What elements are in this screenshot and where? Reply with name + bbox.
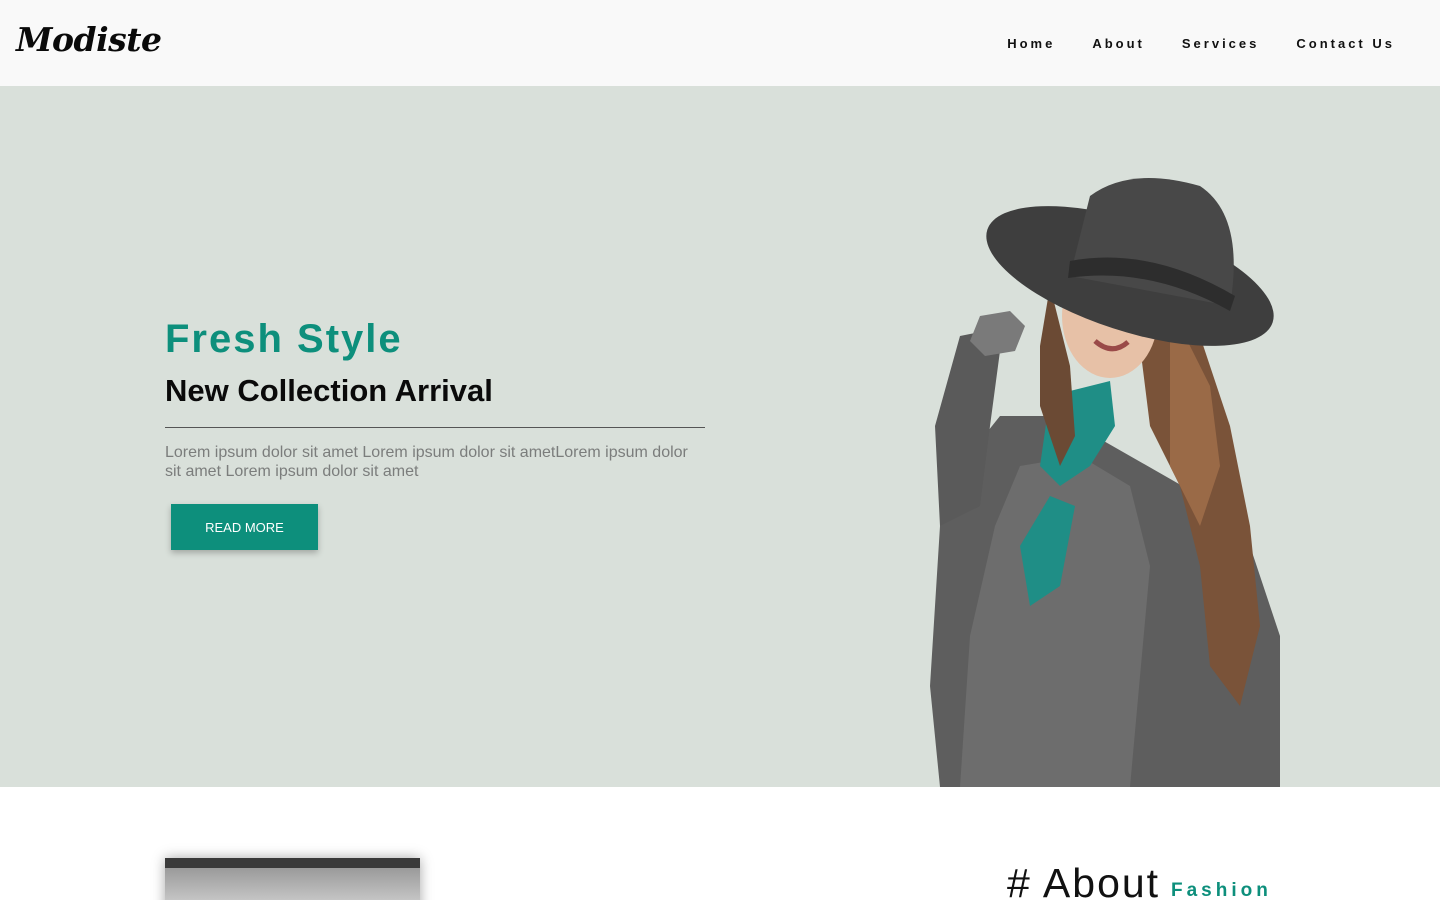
read-more-button[interactable]: READ MORE (171, 504, 318, 550)
nav-services-link[interactable]: Services (1182, 36, 1260, 51)
hero-title: Fresh Style (165, 317, 403, 361)
about-image-strip (165, 868, 420, 900)
hero-description: Lorem ipsum dolor sit amet Lorem ipsum d… (165, 444, 688, 480)
nav-contact-link[interactable]: Contact Us (1296, 36, 1395, 51)
main-nav: Home About Services Contact Us (1007, 36, 1395, 51)
site-header: Modiste Home About Services Contact Us (0, 0, 1440, 86)
about-subheading: Fashion (1171, 880, 1272, 900)
hero-section: Fresh Style New Collection Arrival Lorem… (0, 86, 1440, 787)
hero-divider (165, 427, 705, 428)
nav-about-link[interactable]: About (1092, 36, 1145, 51)
hero-subtitle: New Collection Arrival (165, 373, 493, 408)
about-heading: # About (1007, 860, 1161, 900)
about-image (165, 858, 420, 900)
nav-home-link[interactable]: Home (1007, 36, 1055, 51)
hero-model-image (930, 178, 1280, 787)
site-logo[interactable]: Modiste (16, 20, 162, 59)
